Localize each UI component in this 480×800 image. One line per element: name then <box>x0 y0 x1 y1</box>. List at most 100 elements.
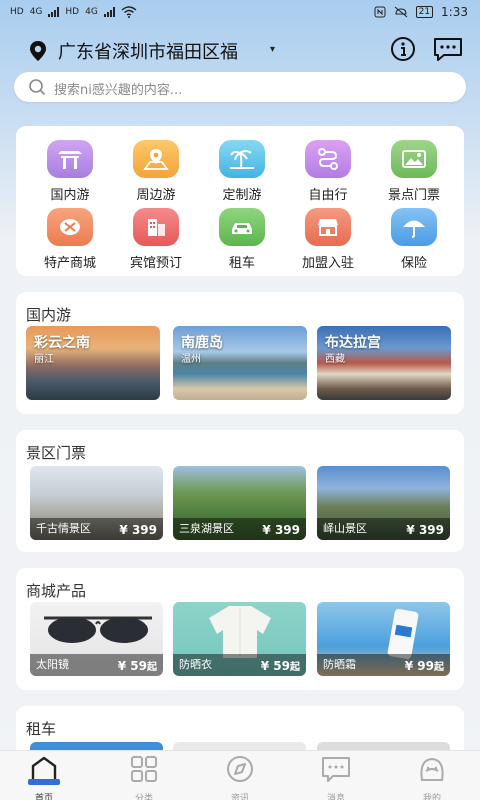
hd-badge: HD <box>10 7 24 17</box>
compass-icon <box>227 756 253 782</box>
location-caret-icon[interactable]: ▾ <box>270 44 275 55</box>
category-label: 国内游 <box>50 188 90 203</box>
umbrella-icon <box>391 208 437 246</box>
tour-card-nanlu-island[interactable]: 南鹿岛 温州 <box>173 326 307 400</box>
section-title: 景区门票 <box>26 444 87 462</box>
domestic-tour-section: 国内游 彩云之南 丽江 南鹿岛 温州 布达拉宫 西藏 <box>16 292 464 414</box>
category-label: 加盟入驻 <box>301 256 354 271</box>
battery-icon: 21 <box>415 6 434 18</box>
nfc-icon <box>374 6 386 18</box>
home-icon <box>28 756 60 785</box>
ticket-card-yishan[interactable]: 峄山景区 ¥ 399 <box>317 466 450 540</box>
ticket-card-qiangu[interactable]: 千古情景区 ¥ 399 <box>30 466 163 540</box>
scenic-tickets-section: 景区门票 千古情景区 ¥ 399 三泉湖景区 ¥ 399 峄山景区 ¥ 399 <box>16 430 464 552</box>
palm-beach-icon <box>219 140 265 178</box>
bottom-tab-bar: 首页 分类 资讯 消息 我的 <box>0 750 480 800</box>
category-label: 景点门票 <box>387 188 440 203</box>
jacket-image <box>209 606 271 658</box>
clock: 1:33 <box>441 5 468 19</box>
header: 广东省深圳市福田区福 ▾ <box>0 30 480 70</box>
mall-products-section: 商城产品 太阳镜 ¥ 59起 防晒衣 ¥ 59起 防晒霜 ¥ 99起 <box>16 568 464 690</box>
tab-label: 分类 <box>134 794 153 800</box>
product-card-sunglasses[interactable]: 太阳镜 ¥ 59起 <box>30 602 163 676</box>
tab-messages[interactable]: 消息 <box>306 755 366 800</box>
product-card-sun-jacket[interactable]: 防晒衣 ¥ 59起 <box>173 602 306 676</box>
tab-label: 首页 <box>34 794 53 800</box>
tab-news[interactable]: 资讯 <box>210 755 270 800</box>
hotel-icon <box>133 208 179 246</box>
car-icon <box>219 208 265 246</box>
category-insurance[interactable]: 保险 <box>370 208 458 271</box>
tab-label: 我的 <box>422 794 441 800</box>
product-card-sunscreen[interactable]: 防晒霜 ¥ 99起 <box>317 602 450 676</box>
chat-icon <box>322 757 350 782</box>
tab-home[interactable]: 首页 <box>14 755 74 800</box>
ticket-card-name: 峄山景区 <box>323 522 367 535</box>
product-card-price: ¥ 59起 <box>117 659 157 673</box>
route-icon <box>305 140 351 178</box>
info-icon[interactable] <box>390 36 416 62</box>
mute-icon <box>394 6 407 18</box>
category-label: 租车 <box>228 256 255 271</box>
tour-card-title: 彩云之南 <box>34 335 90 351</box>
signal-icon <box>48 7 60 17</box>
network-type-2: 4G <box>85 7 98 17</box>
network-type: 4G <box>29 7 43 17</box>
section-title: 商城产品 <box>26 582 87 600</box>
product-card-price: ¥ 99起 <box>404 659 444 673</box>
gift-icon <box>47 208 93 246</box>
sunglasses-image <box>44 616 152 643</box>
hd-badge-2: HD <box>65 7 80 17</box>
category-label: 自由行 <box>308 188 348 203</box>
search-placeholder: 搜索ni感兴趣的内容... <box>54 83 183 98</box>
category-grid: 国内游 周边游 定制游 自由行 景点门票 特产商城 宾馆预订 租车 加盟入驻 保… <box>16 126 464 276</box>
product-card-name: 太阳镜 <box>36 658 69 671</box>
tour-card-subtitle: 温州 <box>181 354 201 365</box>
picture-ticket-icon <box>391 140 437 178</box>
tab-category[interactable]: 分类 <box>114 755 174 800</box>
location-text[interactable]: 广东省深圳市福田区福 <box>58 38 238 64</box>
search-icon <box>29 79 46 96</box>
tab-label: 消息 <box>326 794 345 800</box>
search-bar[interactable]: 搜索ni感兴趣的内容... <box>14 72 466 102</box>
category-label: 定制游 <box>222 188 262 203</box>
tab-profile[interactable]: 我的 <box>402 755 462 800</box>
ticket-card-name: 千古情景区 <box>36 522 91 535</box>
section-title: 租车 <box>26 720 57 738</box>
category-label: 保险 <box>400 256 427 271</box>
user-icon <box>420 757 444 781</box>
category-car-rental[interactable]: 租车 <box>198 208 286 271</box>
ticket-card-name: 三泉湖景区 <box>179 522 234 535</box>
category-hotel-booking[interactable]: 宾馆预订 <box>112 208 200 271</box>
map-pin-icon <box>133 140 179 178</box>
section-title: 国内游 <box>26 306 72 324</box>
ticket-card-sanquan-lake[interactable]: 三泉湖景区 ¥ 399 <box>173 466 306 540</box>
ticket-card-price: ¥ 399 <box>119 523 157 537</box>
signal-icon-2 <box>103 7 115 17</box>
product-card-name: 防晒霜 <box>323 658 356 671</box>
category-custom-tour[interactable]: 定制游 <box>198 140 286 203</box>
ticket-card-price: ¥ 399 <box>406 523 444 537</box>
category-nearby-tour[interactable]: 周边游 <box>112 140 200 203</box>
category-franchise[interactable]: 加盟入驻 <box>284 208 372 271</box>
message-icon[interactable] <box>432 36 464 62</box>
category-label: 特产商城 <box>43 256 96 271</box>
tour-card-potala-palace[interactable]: 布达拉宫 西藏 <box>317 326 451 400</box>
tab-label: 资讯 <box>230 794 249 800</box>
tour-card-title: 布达拉宫 <box>325 335 381 351</box>
tour-card-subtitle: 西藏 <box>325 354 345 365</box>
tour-card-yunnan[interactable]: 彩云之南 丽江 <box>26 326 160 400</box>
category-label: 宾馆预订 <box>129 256 182 271</box>
category-scenic-tickets[interactable]: 景点门票 <box>370 140 458 203</box>
status-bar: HD 4G HD 4G 21 1:33 <box>0 0 480 28</box>
wifi-icon <box>121 6 137 18</box>
ticket-card-price: ¥ 399 <box>262 523 300 537</box>
location-pin-icon[interactable] <box>28 40 48 62</box>
category-free-travel[interactable]: 自由行 <box>284 140 372 203</box>
category-specialty-mall[interactable]: 特产商城 <box>26 208 114 271</box>
tour-card-subtitle: 丽江 <box>34 354 54 365</box>
product-card-name: 防晒衣 <box>179 658 212 671</box>
category-label: 周边游 <box>136 188 176 203</box>
grid-icon <box>131 756 157 782</box>
category-domestic-tour[interactable]: 国内游 <box>26 140 114 203</box>
